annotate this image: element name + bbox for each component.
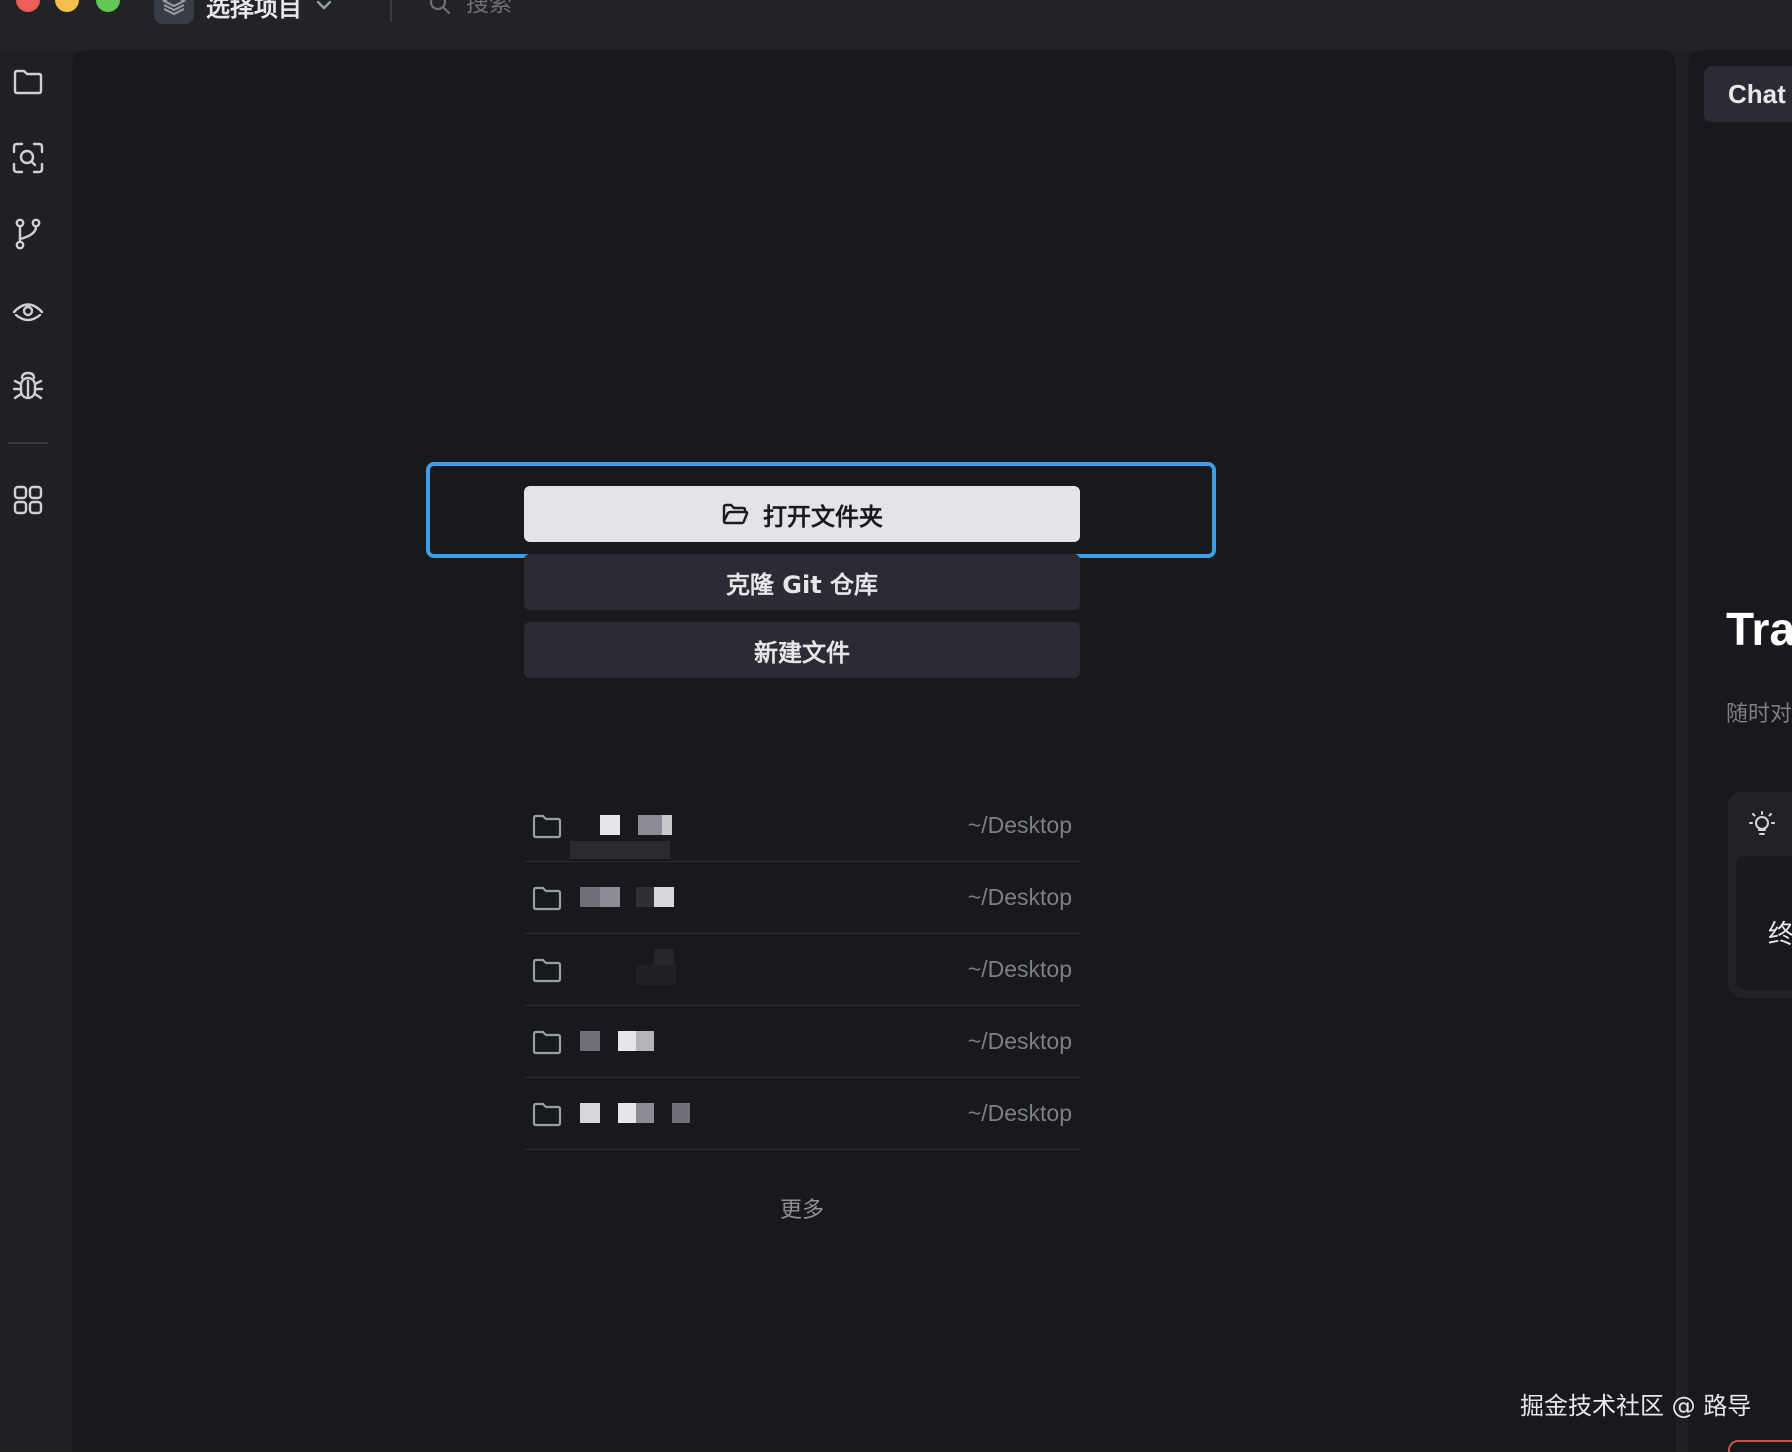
recent-project-item[interactable]: ~/Desktop xyxy=(524,862,1080,934)
code-search-button[interactable] xyxy=(8,138,48,178)
welcome-actions: 打开文件夹 克隆 Git 仓库 新建文件 xyxy=(524,486,1080,690)
chat-hero-title: Tra xyxy=(1726,603,1792,655)
preview-button[interactable] xyxy=(8,290,48,330)
new-file-button[interactable]: 新建文件 xyxy=(524,622,1080,678)
clone-git-label: 克隆 Git 仓库 xyxy=(725,570,879,599)
chat-panel: Chat Tra 随时对 终 xyxy=(1688,50,1792,1452)
recent-project-path: ~/Desktop xyxy=(967,1100,1072,1126)
git-branch-icon xyxy=(15,218,41,250)
maximize-window-button[interactable] xyxy=(96,0,120,12)
close-window-button[interactable] xyxy=(16,0,40,12)
folder-icon xyxy=(532,958,562,982)
folder-icon xyxy=(532,886,562,910)
debug-button[interactable] xyxy=(8,366,48,406)
chevron-down-icon xyxy=(316,0,332,10)
title-bar: 选择项目 xyxy=(0,0,1792,50)
chat-subtitle: 随时对 xyxy=(1726,702,1792,727)
chat-tab[interactable]: Chat xyxy=(1704,66,1792,122)
project-picker[interactable]: 选择项目 xyxy=(154,0,334,24)
search-box[interactable] xyxy=(428,0,666,22)
folder-icon xyxy=(532,1102,562,1126)
bug-icon xyxy=(12,371,44,400)
recent-project-path: ~/Desktop xyxy=(967,812,1072,838)
titlebar-divider xyxy=(390,0,392,22)
recent-project-name-redacted xyxy=(570,811,968,859)
lightbulb-icon xyxy=(1749,811,1775,835)
project-picker-label: 选择项目 xyxy=(206,0,302,22)
extensions-button[interactable] xyxy=(8,480,48,520)
recent-project-name-redacted xyxy=(580,948,968,985)
folder-icon xyxy=(532,1030,562,1054)
scan-search-icon xyxy=(12,142,44,174)
clone-git-button[interactable]: 克隆 Git 仓库 xyxy=(524,554,1080,610)
search-icon xyxy=(429,0,451,15)
recent-project-item[interactable]: ~/Desktop xyxy=(524,1078,1080,1150)
activity-separator xyxy=(8,442,48,444)
chat-input-box[interactable] xyxy=(1728,1440,1792,1452)
folder-icon xyxy=(13,69,43,95)
folder-open-icon xyxy=(722,503,749,525)
open-folder-button[interactable]: 打开文件夹 xyxy=(524,486,1080,542)
recent-project-name-redacted xyxy=(580,1027,968,1057)
source-control-button[interactable] xyxy=(8,214,48,254)
recent-project-name-redacted xyxy=(580,883,968,913)
search-input[interactable] xyxy=(466,0,666,17)
folder-icon xyxy=(532,814,562,838)
recent-project-path: ~/Desktop xyxy=(967,1028,1072,1054)
layers-icon xyxy=(154,0,194,24)
chat-suggestion-card[interactable]: 终 xyxy=(1728,792,1792,998)
explorer-button[interactable] xyxy=(8,62,48,102)
recent-project-path: ~/Desktop xyxy=(967,956,1072,982)
recent-projects-list: ~/Desktop ~/Desktop ~/Desktop ~/Desktop … xyxy=(524,790,1080,1150)
open-folder-label: 打开文件夹 xyxy=(763,502,883,531)
watermark-text: 掘金技术社区 @ 路导 xyxy=(1520,1392,1752,1420)
welcome-panel xyxy=(72,50,1676,1452)
recent-project-item[interactable]: ~/Desktop xyxy=(524,790,1080,862)
more-recent-link[interactable]: 更多 xyxy=(524,1192,1080,1224)
recent-project-item[interactable]: ~/Desktop xyxy=(524,1006,1080,1078)
apps-grid-icon xyxy=(13,485,43,515)
minimize-window-button[interactable] xyxy=(55,0,79,12)
recent-project-item[interactable]: ~/Desktop xyxy=(524,934,1080,1006)
new-file-label: 新建文件 xyxy=(754,638,850,667)
chat-card-text: 终 xyxy=(1768,920,1792,950)
activity-bar xyxy=(0,50,56,1452)
recent-project-name-redacted xyxy=(580,1099,968,1129)
recent-project-path: ~/Desktop xyxy=(967,884,1072,910)
chat-card-body: 终 xyxy=(1736,856,1792,990)
eye-icon xyxy=(12,303,44,322)
